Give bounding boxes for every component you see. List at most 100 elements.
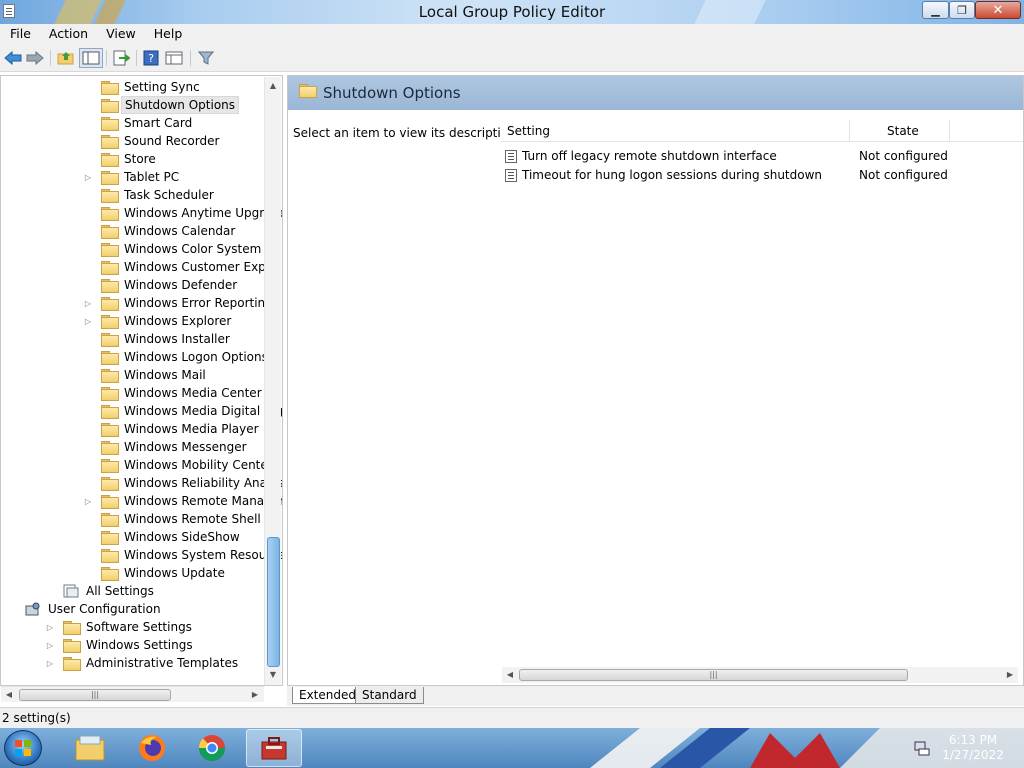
folder-icon (101, 405, 119, 419)
minimize-button[interactable]: ▁ (922, 1, 949, 19)
folder-icon (63, 621, 81, 635)
scroll-down-arrow-icon[interactable]: ▼ (265, 667, 281, 683)
tree-item[interactable]: ◢User Configuration (3, 600, 164, 618)
scroll-left-arrow-icon[interactable]: ◀ (1, 687, 17, 703)
forward-arrow-icon[interactable] (25, 48, 45, 68)
expand-arrow-icon[interactable]: ▷ (84, 173, 92, 182)
scroll-right-arrow-icon[interactable]: ▶ (1002, 667, 1018, 683)
taskbar-chrome[interactable] (184, 729, 240, 767)
tree-item[interactable]: Windows Mail (79, 366, 209, 384)
folder-icon (101, 351, 119, 365)
status-text: 2 setting(s) (2, 711, 71, 725)
tree-item[interactable]: Windows Defender (79, 276, 240, 294)
list-row[interactable]: Timeout for hung logon sessions during s… (501, 166, 1023, 185)
description-text: Select an item to view its description. (293, 126, 520, 140)
taskbar-firefox[interactable] (124, 729, 180, 767)
tree-item-label: Tablet PC (124, 170, 180, 184)
tree-item[interactable]: Windows Messenger (79, 438, 250, 456)
expand-arrow-icon[interactable]: ▷ (46, 623, 54, 632)
tree-item-label: Windows Defender (124, 278, 238, 292)
menu-help[interactable]: Help (144, 24, 191, 44)
show-hide-tree-icon[interactable] (79, 48, 103, 68)
maximize-button[interactable]: ❐ (949, 1, 975, 19)
tree-item[interactable]: Windows Color System (79, 240, 264, 258)
tree-item[interactable]: Windows Reliability Analysis (79, 474, 282, 492)
tree-horizontal-scroll-thumb[interactable]: ||| (19, 689, 171, 701)
tree-item[interactable]: Store (79, 150, 159, 168)
tree-item[interactable]: Windows Remote Shell (79, 510, 264, 528)
menu-bar: File Action View Help (0, 24, 1024, 44)
filter-icon[interactable] (196, 48, 216, 68)
tree-item[interactable]: All Settings (41, 582, 157, 600)
column-header-setting[interactable]: Setting (507, 124, 550, 138)
scroll-up-arrow-icon[interactable]: ▲ (265, 78, 281, 94)
tree-item[interactable]: Shutdown Options (79, 96, 240, 114)
properties-icon[interactable] (164, 48, 184, 68)
menu-action[interactable]: Action (39, 24, 96, 44)
details-header: Shutdown Options (288, 76, 1023, 110)
tree-vertical-scroll-thumb[interactable] (267, 537, 280, 667)
menu-view[interactable]: View (96, 24, 144, 44)
tree-item[interactable]: ▷ Administrative Templates (41, 654, 241, 672)
tree-item-label: Windows Settings (86, 638, 193, 652)
tree-item[interactable]: Windows Anytime Upgrade (79, 204, 282, 222)
tree-item[interactable]: ▷ Tablet PC (79, 168, 182, 186)
expand-arrow-icon[interactable]: ▷ (46, 659, 54, 668)
clock[interactable]: 6:13 PM 1/27/2022 (938, 733, 1008, 763)
expand-arrow-icon[interactable]: ▷ (84, 317, 92, 326)
folder-icon (101, 189, 119, 203)
taskbar-explorer[interactable] (62, 729, 118, 767)
title-bar: Local Group Policy Editor ▁ ❐ ✕ (0, 0, 1024, 24)
tree-item[interactable]: ▷ Software Settings (41, 618, 195, 636)
expand-arrow-icon[interactable]: ▷ (46, 641, 54, 650)
folder-icon (101, 99, 119, 113)
tree-item-label: Software Settings (86, 620, 192, 634)
tree-item[interactable]: Setting Sync (79, 78, 203, 96)
tree-item-label: Windows Installer (124, 332, 230, 346)
export-list-icon[interactable] (111, 48, 131, 68)
expand-arrow-icon[interactable]: ▷ (84, 299, 92, 308)
network-icon[interactable] (914, 740, 930, 756)
menu-file[interactable]: File (0, 24, 39, 44)
expand-arrow-icon[interactable]: ▷ (84, 497, 92, 506)
tree-item[interactable]: Windows SideShow (79, 528, 243, 546)
tree-item[interactable]: ▷ Windows Settings (41, 636, 196, 654)
tree-item[interactable]: Windows System Resource Ma (79, 546, 282, 564)
tab-standard[interactable]: Standard (355, 687, 424, 704)
tree-item-label: Windows Remote Managemen (124, 494, 282, 508)
tree-item[interactable]: ▷ Windows Explorer (79, 312, 234, 330)
tree-item[interactable]: Windows Customer Experience (79, 258, 282, 276)
tree-item[interactable]: Windows Calendar (79, 222, 238, 240)
tree-item[interactable]: Windows Media Digital Rights (79, 402, 282, 420)
tree-item[interactable]: Smart Card (79, 114, 195, 132)
tree-vertical-scrollbar[interactable]: ▲ ▼ (264, 77, 281, 685)
tree-item[interactable]: ▷ Windows Error Reporting (79, 294, 276, 312)
column-header-state[interactable]: State (887, 124, 919, 138)
details-title: Shutdown Options (323, 84, 461, 102)
tree-horizontal-scrollbar[interactable]: ◀ ||| ▶ (1, 686, 264, 702)
back-arrow-icon[interactable] (3, 48, 23, 68)
help-icon[interactable]: ? (141, 48, 161, 68)
tree-item[interactable]: ▷ Windows Remote Managemen (79, 492, 282, 510)
close-button[interactable]: ✕ (975, 1, 1021, 19)
scroll-left-arrow-icon[interactable]: ◀ (502, 667, 518, 683)
tab-extended[interactable]: Extended (292, 687, 363, 704)
tree-item[interactable]: Windows Media Player (79, 420, 262, 438)
tree-item[interactable]: Windows Mobility Center (79, 456, 276, 474)
tree-item[interactable]: Task Scheduler (79, 186, 217, 204)
tree-item[interactable]: Windows Update (79, 564, 228, 582)
list-row[interactable]: Turn off legacy remote shutdown interfac… (501, 147, 1023, 166)
list-horizontal-scrollbar[interactable]: ◀ ||| ▶ (502, 667, 1018, 683)
scroll-right-arrow-icon[interactable]: ▶ (247, 687, 263, 703)
tree-item[interactable]: Windows Media Center (79, 384, 265, 402)
folder-icon (101, 81, 119, 95)
folder-icon (101, 225, 119, 239)
taskbar-group-policy-editor[interactable] (246, 729, 302, 767)
tree-item[interactable]: Sound Recorder (79, 132, 222, 150)
list-horizontal-scroll-thumb[interactable]: ||| (519, 669, 908, 681)
tree-item[interactable]: Windows Logon Options (79, 348, 271, 366)
start-button[interactable] (4, 730, 42, 766)
tree-item[interactable]: Windows Installer (79, 330, 233, 348)
folder-icon (101, 117, 119, 131)
up-folder-icon[interactable] (55, 48, 77, 68)
